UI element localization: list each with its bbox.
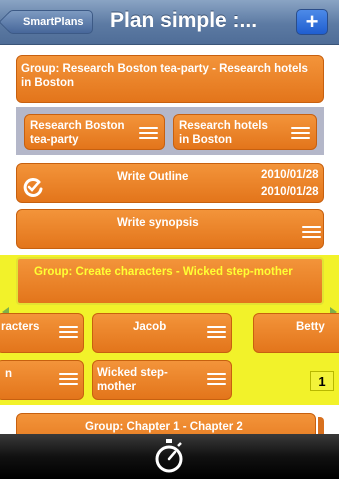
task-card-partial[interactable]: n xyxy=(0,360,84,400)
menu-icon[interactable] xyxy=(59,373,78,386)
task-label: Wicked step-mother xyxy=(97,367,168,393)
task-label: Research hotels in Boston xyxy=(179,120,268,146)
task-card-betty[interactable]: Betty xyxy=(253,313,339,353)
task-label: Research Boston tea-party xyxy=(30,120,125,146)
add-button[interactable]: + xyxy=(296,9,328,35)
task-card-write-synopsis[interactable]: Write synopsis xyxy=(16,209,324,249)
tab-bar xyxy=(0,434,339,479)
group-card-label: Group: Research Boston tea-party - Resea… xyxy=(21,63,308,89)
group-card-stack-edge xyxy=(318,417,324,435)
task-card-wicked-stepmother[interactable]: Wicked step-mother xyxy=(92,360,232,400)
menu-icon[interactable] xyxy=(59,326,78,339)
task-label: Write Outline xyxy=(117,171,189,183)
menu-icon[interactable] xyxy=(302,226,321,239)
task-label: Betty xyxy=(296,321,325,333)
task-card-research-hotels[interactable]: Research hotels in Boston xyxy=(173,114,317,150)
task-label: n xyxy=(5,368,13,380)
group-card-characters[interactable]: Group: Create characters - Wicked step-m… xyxy=(16,257,324,305)
group-card-label: Group: Create characters - Wicked step-m… xyxy=(34,266,293,278)
task-card-jacob[interactable]: Jacob xyxy=(92,313,232,353)
task-card-characters[interactable]: racters xyxy=(0,313,84,353)
group-card-label: Group: Chapter 1 - Chapter 2 xyxy=(85,421,243,433)
end-date: 2010/01/28 xyxy=(261,186,319,198)
menu-icon[interactable] xyxy=(207,373,226,386)
group-card-chapter[interactable]: Group: Chapter 1 - Chapter 2 xyxy=(16,413,316,435)
page-badge[interactable]: 1 xyxy=(310,371,334,391)
task-card-write-outline[interactable]: Write Outline 2010/01/28 2010/01/28 xyxy=(16,163,324,203)
stopwatch-icon[interactable] xyxy=(153,438,185,474)
task-label: racters xyxy=(1,321,40,333)
menu-icon[interactable] xyxy=(207,326,226,339)
menu-icon[interactable] xyxy=(291,127,310,140)
task-card-research-boston[interactable]: Research Boston tea-party xyxy=(24,114,165,150)
back-button[interactable]: SmartPlans xyxy=(8,10,93,34)
back-button-label: SmartPlans xyxy=(23,16,84,28)
navigation-bar: SmartPlans Plan simple :... + xyxy=(0,0,339,45)
page-title: Plan simple :... xyxy=(110,9,258,32)
start-date: 2010/01/28 xyxy=(261,169,319,181)
group-card-research[interactable]: Group: Research Boston tea-party - Resea… xyxy=(16,55,324,103)
plan-canvas[interactable]: Group: Research Boston tea-party - Resea… xyxy=(0,45,339,435)
check-icon[interactable] xyxy=(22,176,44,198)
task-label: Write synopsis xyxy=(117,217,199,229)
task-label: Jacob xyxy=(133,321,167,333)
menu-icon[interactable] xyxy=(139,127,158,140)
